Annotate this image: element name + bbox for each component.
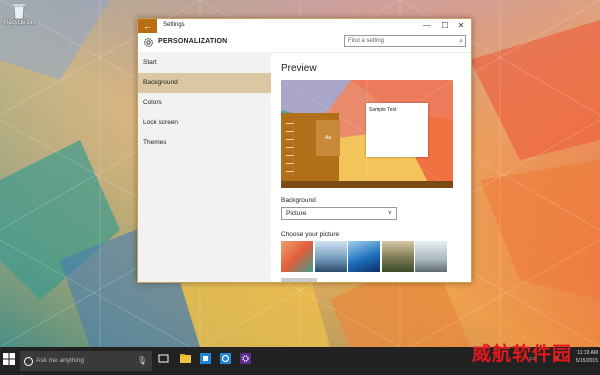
preview-tile: Aa [316,120,340,156]
cortana-icon [24,357,33,366]
back-button[interactable]: ← [138,19,157,33]
background-dropdown-value: Picture [286,210,307,217]
clock-date: 5/15/2015 [575,358,598,364]
title-bar[interactable]: ← Settings — ☐ ✕ [138,19,471,33]
task-view-icon[interactable] [158,353,169,364]
minimize-button[interactable]: — [419,19,435,33]
sidebar-item-lock-screen[interactable]: Lock screen [138,113,271,133]
preview-window: Sample Text [366,103,428,157]
page-title: PERSONALIZATION [158,38,228,45]
picture-thumbnail-2[interactable] [314,241,347,272]
taskbar-search-placeholder: Ask me anything [36,357,85,364]
store-icon[interactable] [200,353,211,364]
search-input[interactable]: Find a setting ⌕ [344,35,466,47]
close-button[interactable]: ✕ [453,19,469,33]
picture-thumbnail-4[interactable] [381,241,414,272]
windows-start-icon[interactable] [3,353,15,365]
microphone-icon[interactable]: 🎙 [137,356,147,365]
chevron-down-icon: ∨ [387,210,392,216]
recycle-bin-label: Recycle Bin [4,20,36,26]
clock-time: 11:19 AM [577,350,598,356]
search-placeholder: Find a setting [348,38,385,44]
browse-button[interactable] [281,278,317,282]
settings-header: PERSONALIZATION Find a setting ⌕ [138,33,471,53]
maximize-button[interactable]: ☐ [437,19,453,33]
choose-picture-label: Choose your picture [281,231,340,238]
preview-taskbar [281,181,453,188]
file-explorer-icon[interactable] [180,353,191,364]
background-preview: Aa Sample Text [281,80,453,188]
sidebar-item-background[interactable]: Background [138,73,271,93]
taskbar-search-box[interactable]: Ask me anything 🎙 [20,351,152,371]
sidebar: Start Background Colors Lock screen Them… [138,53,271,282]
picture-thumbnails [281,241,471,272]
main-content: Preview Aa Sample Text Background Pictur… [281,53,471,282]
settings-window: ← Settings — ☐ ✕ PERSONALIZATION Find a … [137,18,472,283]
picture-thumbnail-1[interactable] [281,241,313,272]
background-label: Background [281,197,316,204]
edge-icon[interactable] [220,353,231,364]
gear-icon [144,38,153,47]
watermark-text: 威航软件园 [471,343,572,365]
back-arrow-icon: ← [143,21,152,31]
sample-text: Sample Text [369,107,397,113]
recycle-bin-desktop-icon[interactable]: Recycle Bin [4,2,36,26]
clock[interactable]: 11:19 AM 5/15/2015 [576,349,598,365]
background-dropdown[interactable]: Picture ∨ [281,207,397,220]
window-title: Settings [163,22,185,28]
preview-heading: Preview [281,63,317,74]
settings-app-icon[interactable] [240,353,251,364]
sidebar-item-colors[interactable]: Colors [138,93,271,113]
sidebar-item-themes[interactable]: Themes [138,133,271,153]
search-icon: ⌕ [459,38,463,45]
recycle-bin-icon [9,2,29,20]
picture-thumbnail-5[interactable] [415,241,447,272]
picture-thumbnail-3[interactable] [348,241,380,272]
sidebar-item-start[interactable]: Start [138,53,271,73]
